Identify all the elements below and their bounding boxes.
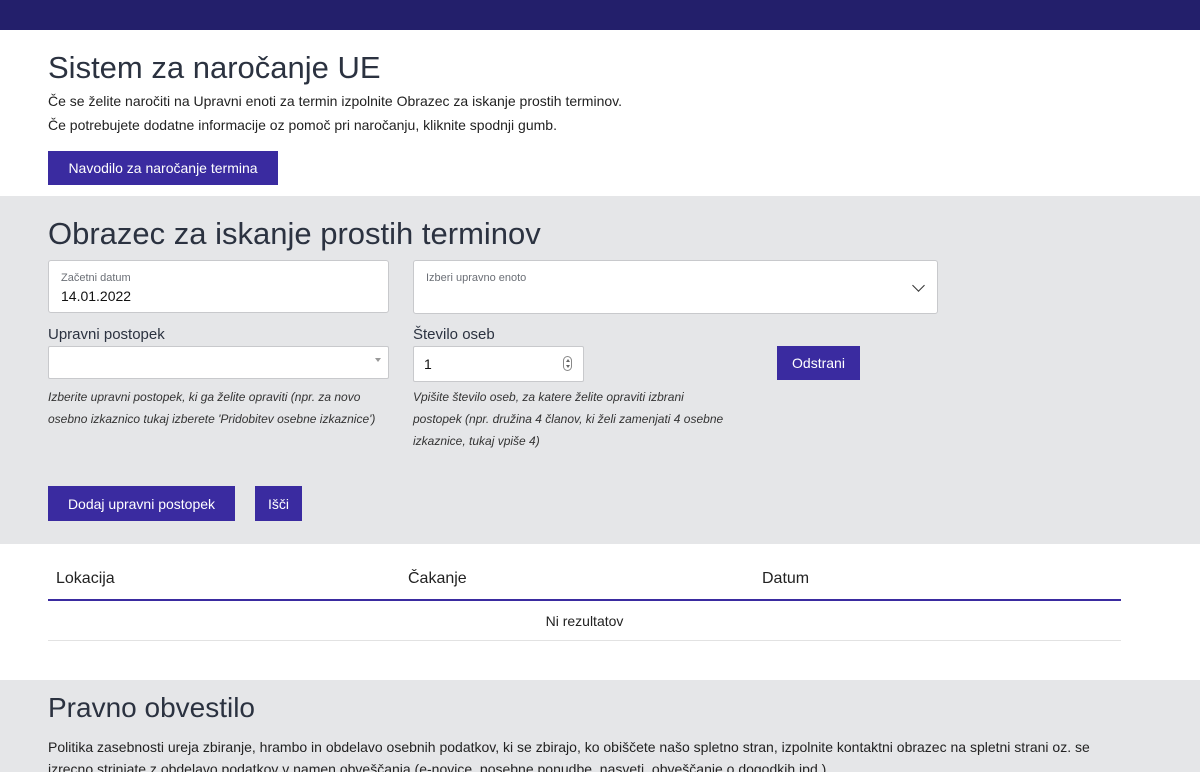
persons-help-text: Vpišite število oseb, za katere želite o… (413, 390, 724, 448)
search-button[interactable]: Išči (255, 486, 302, 521)
search-form-section: Obrazec za iskanje prostih terminov Zače… (0, 196, 1200, 544)
chevron-down-icon (912, 279, 925, 292)
page-title: Sistem za naročanje UE (48, 50, 381, 85)
administrative-unit-label: Izberi upravno enoto (426, 272, 527, 284)
legal-text: Politika zasebnosti ureja zbiranje, hram… (48, 739, 1090, 772)
results-empty-row: Ni rezultatov (48, 601, 1121, 641)
procedure-label: Upravni postopek (48, 326, 165, 343)
stepper-arrows-icon[interactable] (563, 356, 572, 371)
column-header-waiting: Čakanje (408, 570, 467, 587)
legal-notice-section: Pravno obvestilo Politika zasebnosti ure… (0, 680, 1200, 772)
column-header-date: Datum (762, 570, 810, 587)
instructions-button[interactable]: Navodilo za naročanje termina (48, 151, 278, 185)
start-date-field[interactable]: Začetni datum 14.01.2022 (48, 260, 389, 313)
start-date-label: Začetni datum (61, 272, 131, 284)
add-procedure-button[interactable]: Dodaj upravni postopek (48, 486, 235, 521)
dropdown-arrow-icon (375, 358, 381, 362)
administrative-unit-select[interactable]: Izberi upravno enoto (413, 260, 938, 314)
no-results-text: Ni rezultatov (545, 612, 624, 629)
intro-text-line-2: Če potrebujete dodatne informacije oz po… (48, 117, 557, 133)
persons-label: Število oseb (413, 326, 495, 343)
column-header-location: Lokacija (56, 570, 115, 587)
legal-title: Pravno obvestilo (48, 692, 256, 723)
procedure-help-text: Izberite upravni postopek, ki ga želite … (48, 390, 376, 426)
results-table-header: Lokacija Čakanje Datum (48, 570, 1121, 601)
start-date-value: 14.01.2022 (61, 288, 132, 304)
persons-value: 1 (424, 356, 432, 372)
persons-number-input[interactable]: 1 (413, 346, 584, 382)
procedure-select[interactable] (48, 346, 389, 379)
top-bar (0, 0, 1200, 30)
intro-text-line-1: Če se želite naročiti na Upravni enoti z… (48, 93, 622, 109)
remove-procedure-button[interactable]: Odstrani (777, 346, 860, 380)
form-title: Obrazec za iskanje prostih terminov (48, 216, 541, 251)
